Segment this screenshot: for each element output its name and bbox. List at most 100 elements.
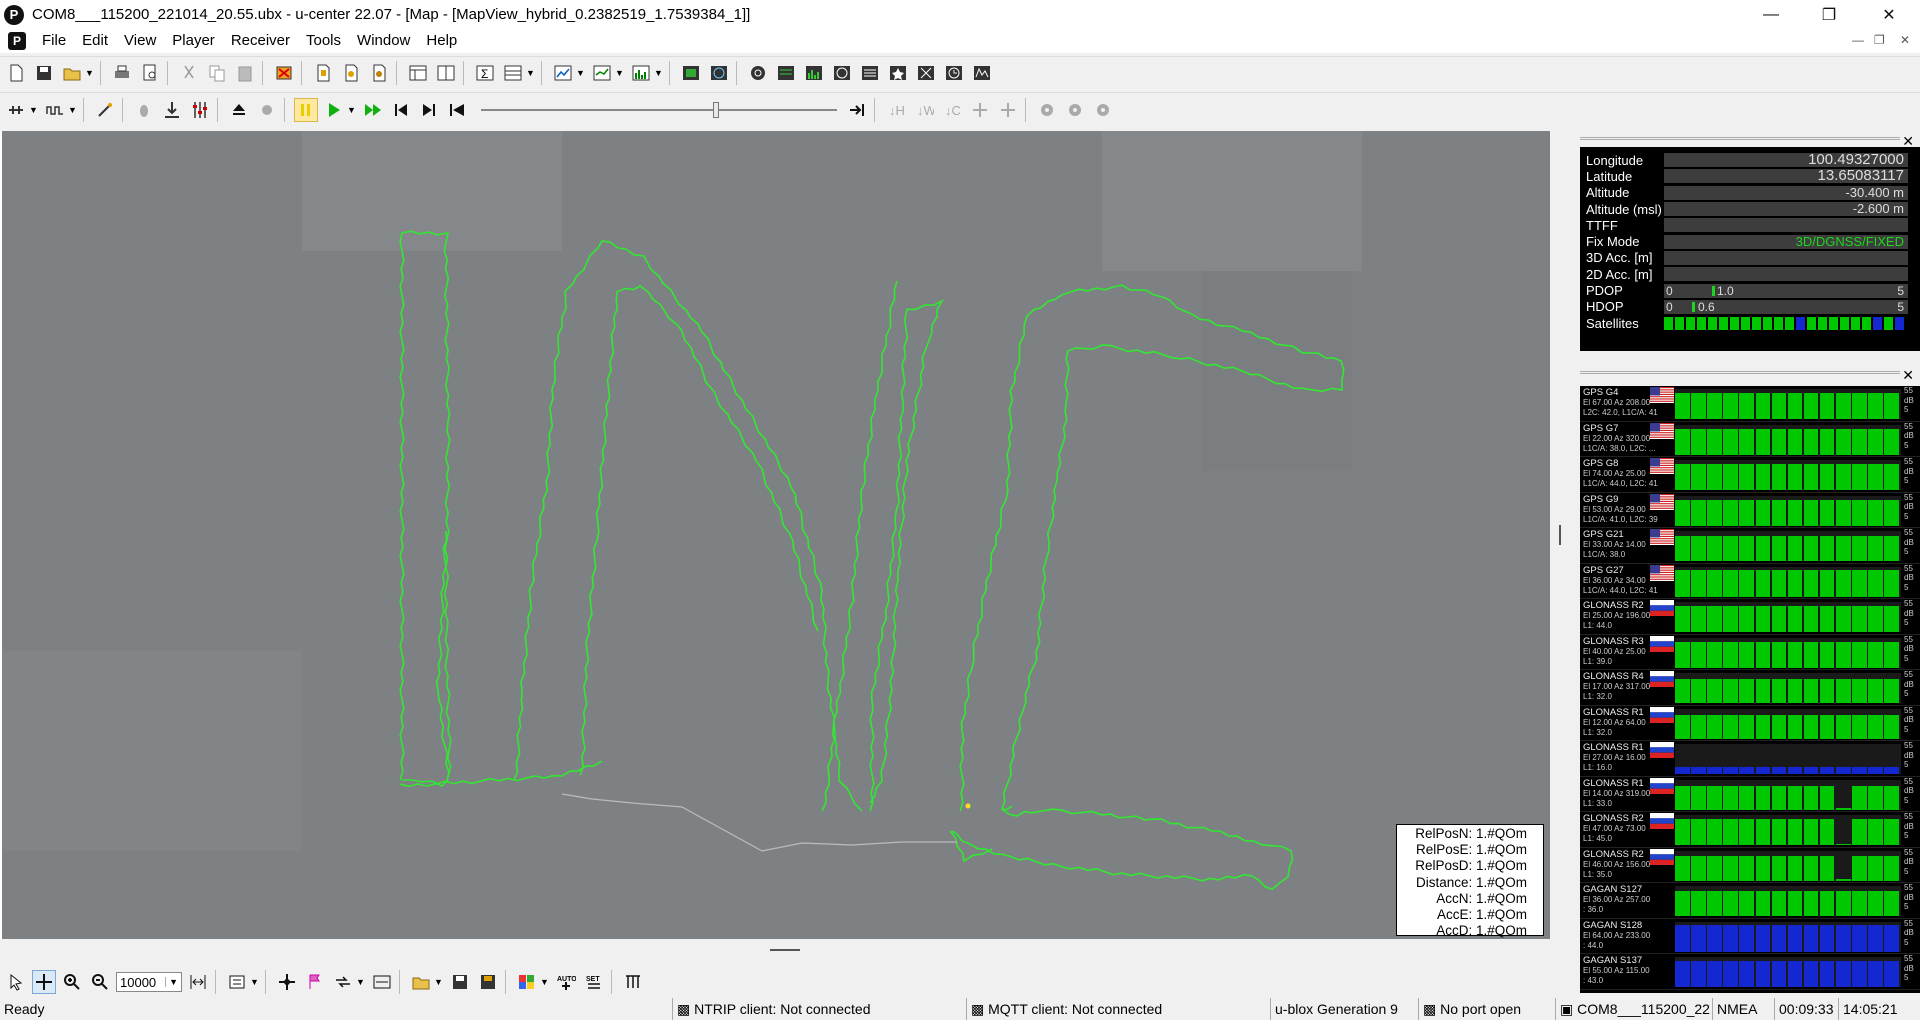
- map-canvas[interactable]: RelPosN: 1.#QOm RelPosE: 1.#QOm RelPosD:…: [2, 131, 1550, 939]
- minimize-button[interactable]: —: [1742, 0, 1800, 29]
- table-view-icon[interactable]: [501, 61, 525, 85]
- layers-icon[interactable]: [621, 970, 645, 994]
- pointer-icon[interactable]: [4, 970, 28, 994]
- compass-icon[interactable]: [830, 61, 854, 85]
- auto-position-icon[interactable]: AUTO: [554, 970, 578, 994]
- save-icon[interactable]: [32, 61, 56, 85]
- menu-window[interactable]: Window: [349, 29, 418, 53]
- jump-end-icon[interactable]: [845, 98, 869, 122]
- baudrate-icon[interactable]: [43, 98, 67, 122]
- google-earth-icon[interactable]: [515, 970, 539, 994]
- baudrate-dropdown-icon[interactable]: ▼: [68, 105, 78, 115]
- heading-icon[interactable]: [370, 970, 394, 994]
- menu-help[interactable]: Help: [418, 29, 465, 53]
- table-dropdown-icon[interactable]: ▼: [526, 68, 536, 78]
- grid-plus-icon[interactable]: [968, 98, 992, 122]
- delete-record-icon[interactable]: [272, 61, 296, 85]
- panel-grip[interactable]: [1580, 371, 1900, 374]
- ntrip-status[interactable]: ▩ NTRIP client: Not connected: [672, 998, 962, 1020]
- gear-icon-2[interactable]: [1063, 98, 1087, 122]
- set-position-icon[interactable]: SET: [582, 970, 606, 994]
- doc-export-icon[interactable]: [311, 61, 335, 85]
- map-dropdown-icon[interactable]: ▼: [576, 68, 586, 78]
- menu-tools[interactable]: Tools: [298, 29, 349, 53]
- speed-icon[interactable]: [331, 970, 355, 994]
- gear-icon[interactable]: [1035, 98, 1059, 122]
- sky-view-icon[interactable]: [707, 61, 731, 85]
- chart-view-icon[interactable]: [590, 61, 614, 85]
- gear-icon-3[interactable]: [1091, 98, 1115, 122]
- save-map-as-icon[interactable]: [476, 970, 500, 994]
- port-status[interactable]: ▩ No port open: [1418, 998, 1552, 1020]
- pos-flag-icon[interactable]: [303, 970, 327, 994]
- set-w-icon[interactable]: ↓W: [912, 98, 936, 122]
- open-folder-icon[interactable]: [60, 61, 84, 85]
- playback-slider-thumb[interactable]: [713, 102, 719, 118]
- mdi-close-icon[interactable]: ✕: [1900, 33, 1910, 47]
- print-preview-icon[interactable]: [138, 61, 162, 85]
- mdi-minimize-icon[interactable]: —: [1852, 33, 1864, 47]
- connection-dropdown-icon[interactable]: ▼: [29, 105, 39, 115]
- cut-icon[interactable]: [177, 61, 201, 85]
- step-back-icon[interactable]: [389, 98, 413, 122]
- rewind-start-icon[interactable]: [445, 98, 469, 122]
- menu-view[interactable]: View: [116, 29, 164, 53]
- packet-view-icon[interactable]: [406, 61, 430, 85]
- debug-bug-icon[interactable]: [132, 98, 156, 122]
- eject-icon[interactable]: [227, 98, 251, 122]
- open-map-dropdown-icon[interactable]: ▼: [434, 977, 444, 987]
- center-position-icon[interactable]: [275, 970, 299, 994]
- play-dropdown-icon[interactable]: ▼: [347, 105, 357, 115]
- set-h-icon[interactable]: ↓H: [884, 98, 908, 122]
- restore-button[interactable]: ❐: [1800, 0, 1858, 29]
- statistic-view-icon[interactable]: Σ: [473, 61, 497, 85]
- menu-edit[interactable]: Edit: [74, 29, 116, 53]
- menu-player[interactable]: Player: [164, 29, 223, 53]
- play-icon[interactable]: [322, 98, 346, 122]
- open-map-icon[interactable]: [409, 970, 433, 994]
- histogram-view-icon[interactable]: [629, 61, 653, 85]
- map-horizontal-scrollbar[interactable]: [0, 941, 1570, 961]
- panel-grip[interactable]: [1580, 137, 1900, 140]
- speed-dropdown-icon[interactable]: ▼: [356, 977, 366, 987]
- autobauding-icon[interactable]: [93, 98, 117, 122]
- fit-view-icon[interactable]: [186, 970, 210, 994]
- spectrum-view-icon[interactable]: [970, 61, 994, 85]
- map-settings-icon[interactable]: [225, 970, 249, 994]
- zoom-out-icon[interactable]: [88, 970, 112, 994]
- deviation-map-icon[interactable]: [746, 61, 770, 85]
- binary-view-icon[interactable]: [434, 61, 458, 85]
- hscroll-thumb[interactable]: [770, 949, 800, 951]
- download-icon[interactable]: [160, 98, 184, 122]
- zoom-in-icon[interactable]: [60, 970, 84, 994]
- histogram-dropdown-icon[interactable]: ▼: [654, 68, 664, 78]
- camera-view-icon[interactable]: [679, 61, 703, 85]
- record-icon[interactable]: [255, 98, 279, 122]
- menu-file[interactable]: File: [34, 29, 74, 53]
- close-button[interactable]: ✕: [1860, 0, 1918, 29]
- connection-icon[interactable]: [4, 98, 28, 122]
- mdi-restore-icon[interactable]: ❐: [1874, 33, 1885, 47]
- pause-icon[interactable]: [294, 98, 318, 122]
- data-view-icon[interactable]: [774, 61, 798, 85]
- table-view-dark-icon[interactable]: [858, 61, 882, 85]
- grid-minus-icon[interactable]: [996, 98, 1020, 122]
- close-satellite-panel-icon[interactable]: ✕: [1902, 367, 1914, 384]
- copy-icon[interactable]: [205, 61, 229, 85]
- map-view-icon[interactable]: [551, 61, 575, 85]
- menu-receiver[interactable]: Receiver: [223, 29, 298, 53]
- playback-slider[interactable]: [481, 98, 841, 122]
- zoom-select[interactable]: 10000 ▼: [116, 972, 182, 992]
- pan-icon[interactable]: [32, 970, 56, 994]
- settings-sliders-icon[interactable]: [188, 98, 212, 122]
- vscroll-thumb[interactable]: [1559, 525, 1561, 545]
- open-dropdown-icon[interactable]: ▼: [85, 68, 95, 78]
- map-vertical-scrollbar[interactable]: [1550, 131, 1570, 939]
- new-file-icon[interactable]: [4, 61, 28, 85]
- doc-config-icon[interactable]: [367, 61, 391, 85]
- set-c-icon[interactable]: ↓C: [940, 98, 964, 122]
- clock-view-icon[interactable]: [942, 61, 966, 85]
- map-settings-dropdown-icon[interactable]: ▼: [250, 977, 260, 987]
- step-forward-icon[interactable]: [417, 98, 441, 122]
- antenna-view-icon[interactable]: [914, 61, 938, 85]
